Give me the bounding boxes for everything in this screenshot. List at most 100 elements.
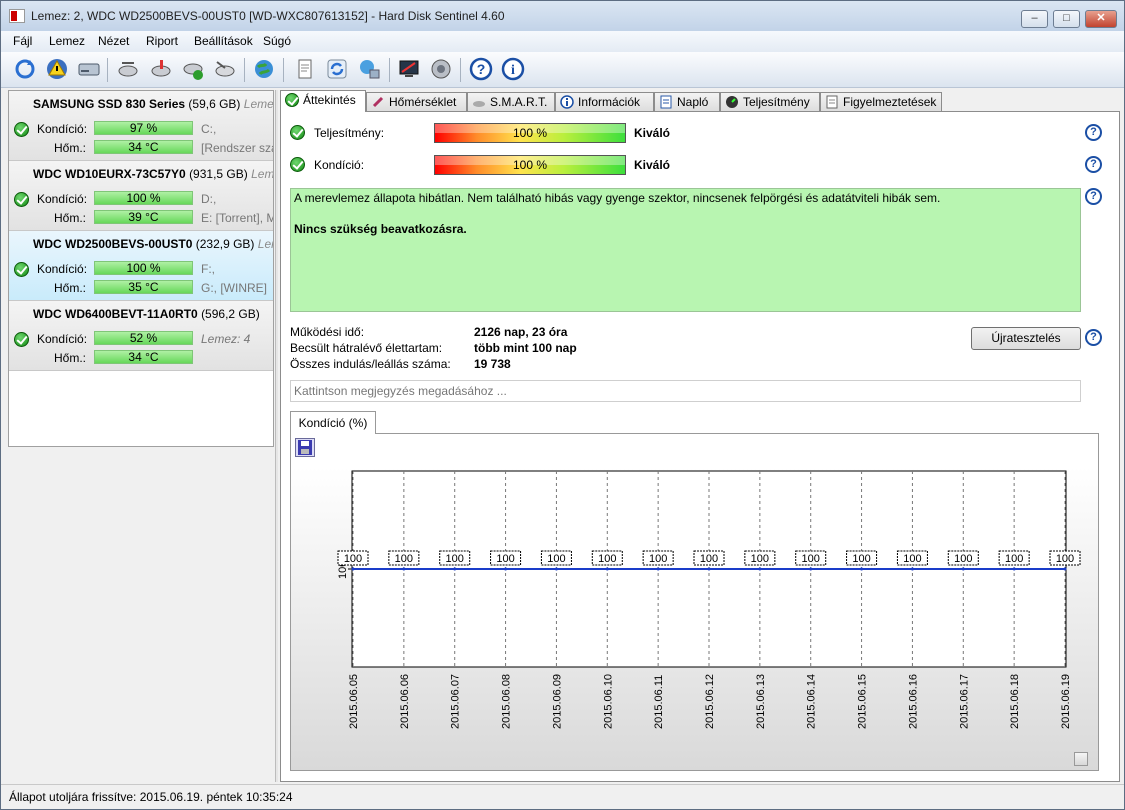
data-label: 100	[852, 553, 870, 565]
close-button[interactable]: ✕	[1085, 10, 1117, 28]
help-icon[interactable]: ?	[1085, 156, 1102, 173]
disk-entry-3[interactable]: WDC WD2500BEVS-00UST0 (232,9 GB) Lem Kon…	[9, 231, 273, 301]
disk-check-icon[interactable]	[179, 55, 207, 83]
network-icon[interactable]	[355, 55, 383, 83]
chart-scroll-thumb[interactable]	[1074, 752, 1088, 766]
disk-title: WDC WD6400BEVT-11A0RT0 (596,2 GB)	[33, 307, 260, 321]
tab-info[interactable]: Információk	[555, 92, 654, 112]
data-point	[402, 567, 406, 571]
menu-view[interactable]: Nézet	[98, 34, 129, 48]
x-tick-label: 2015.06.05	[348, 674, 360, 729]
maximize-button[interactable]: □	[1053, 10, 1080, 28]
x-tick-label: 2015.06.12	[704, 674, 716, 729]
performance-bar: 100 %	[434, 123, 626, 143]
disk-icon	[473, 101, 485, 107]
report-icon[interactable]	[291, 55, 319, 83]
uptime-value: 2126 nap, 23 óra	[474, 325, 568, 339]
tab-temperature[interactable]: Hőmérséklet	[366, 92, 467, 112]
svg-text:i: i	[511, 63, 515, 78]
tab-label: Hőmérséklet	[389, 95, 457, 109]
disk-test-icon[interactable]	[211, 55, 239, 83]
x-tick-label: 2015.06.15	[857, 674, 869, 729]
data-label: 100	[700, 553, 718, 565]
svg-text:?: ?	[477, 61, 486, 77]
drive-letters: D:,	[201, 192, 217, 206]
tab-log[interactable]: Napló	[654, 92, 720, 112]
help-icon[interactable]: ?	[1085, 329, 1102, 346]
document-icon	[660, 95, 672, 109]
data-label: 100	[649, 553, 667, 565]
temp-bar: 39 °C	[94, 210, 193, 224]
status-bar: Állapot utoljára frissítve: 2015.06.19. …	[1, 784, 1124, 809]
x-tick-label: 2015.06.09	[551, 674, 563, 729]
document-icon	[826, 95, 838, 109]
tab-label: Figyelmeztetések	[843, 95, 937, 109]
condition-label: Kondíció:	[314, 158, 365, 172]
data-label: 100	[496, 553, 514, 565]
disk-entry-4[interactable]: WDC WD6400BEVT-11A0RT0 (596,2 GB) Kondíc…	[9, 301, 273, 371]
help-icon[interactable]: ?	[467, 55, 495, 83]
tab-label: Információk	[578, 95, 641, 109]
tab-warnings[interactable]: Figyelmeztetések	[820, 92, 942, 112]
data-label: 100	[903, 553, 921, 565]
disk-number: Lemez: 4	[201, 332, 251, 346]
menu-disk[interactable]: Lemez	[49, 34, 85, 48]
menu-report[interactable]: Riport	[146, 34, 178, 48]
info-icon	[560, 95, 574, 109]
temp-label: Hőm.:	[54, 211, 87, 225]
drive-info: [Rendszer szá	[201, 141, 273, 155]
drive-info: G:, [WINRE]	[201, 281, 267, 295]
panel-splitter[interactable]	[275, 90, 278, 782]
monitor-icon[interactable]	[395, 55, 423, 83]
data-point	[707, 567, 711, 571]
disk-icon[interactable]	[75, 55, 103, 83]
menu-settings[interactable]: Beállítások	[194, 34, 253, 48]
start-stop-value: 19 738	[474, 357, 511, 371]
x-tick-label: 2015.06.19	[1060, 674, 1072, 729]
disk-entry-1[interactable]: SAMSUNG SSD 830 Series (59,6 GB) Lemez: …	[9, 91, 273, 161]
status-recommendation: Nincs szükség beavatkozásra.	[294, 222, 467, 236]
tab-performance[interactable]: Teljesítmény	[720, 92, 820, 112]
disk-info-icon[interactable]	[114, 55, 142, 83]
globe-icon[interactable]	[250, 55, 278, 83]
minimize-button[interactable]: –	[1021, 10, 1048, 28]
disk-entry-2[interactable]: WDC WD10EURX-73C57Y0 (931,5 GB) Leme Kon…	[9, 161, 273, 231]
retest-button[interactable]: Újratesztelés	[971, 327, 1081, 350]
status-message: A merevlemez állapota hibátlan. Nem talá…	[294, 191, 941, 205]
data-point	[554, 567, 558, 571]
ok-check-icon	[14, 262, 29, 277]
tab-overview[interactable]: Áttekintés	[280, 90, 366, 112]
data-point	[453, 567, 457, 571]
refresh-icon[interactable]	[11, 55, 39, 83]
data-point	[656, 567, 660, 571]
help-icon[interactable]: ?	[1085, 124, 1102, 141]
ok-check-icon	[290, 157, 305, 172]
tab-condition-chart[interactable]: Kondíció (%)	[290, 411, 376, 434]
info-icon[interactable]: i	[499, 55, 527, 83]
x-tick-label: 2015.06.07	[450, 674, 462, 729]
alert-icon[interactable]	[43, 55, 71, 83]
disk-temp-icon[interactable]	[147, 55, 175, 83]
menu-help[interactable]: Súgó	[263, 34, 291, 48]
temp-label: Hőm.:	[54, 351, 87, 365]
x-tick-label: 2015.06.10	[602, 674, 614, 729]
data-label: 100	[751, 553, 769, 565]
data-label: 100	[547, 553, 565, 565]
sound-icon[interactable]	[427, 55, 455, 83]
ok-check-icon	[285, 93, 299, 107]
data-point	[910, 567, 914, 571]
disk-list-panel: SAMSUNG SSD 830 Series (59,6 GB) Lemez: …	[8, 90, 274, 447]
sync-icon[interactable]	[323, 55, 351, 83]
note-input[interactable]: Kattintson megjegyzés megadásához ...	[290, 380, 1081, 402]
drive-info: E: [Torrent], M	[201, 211, 273, 225]
condition-bar: 100 %	[94, 261, 193, 275]
condition-bar: 52 %	[94, 331, 193, 345]
tab-smart[interactable]: S.M.A.R.T.	[467, 92, 555, 112]
data-point	[1012, 567, 1016, 571]
performance-rating: Kiváló	[634, 126, 671, 140]
help-icon[interactable]: ?	[1085, 188, 1102, 205]
menu-file[interactable]: Fájl	[13, 34, 32, 48]
data-label: 100	[395, 553, 413, 565]
uptime-label: Működési idő:	[290, 325, 365, 339]
gauge-icon	[726, 96, 738, 108]
